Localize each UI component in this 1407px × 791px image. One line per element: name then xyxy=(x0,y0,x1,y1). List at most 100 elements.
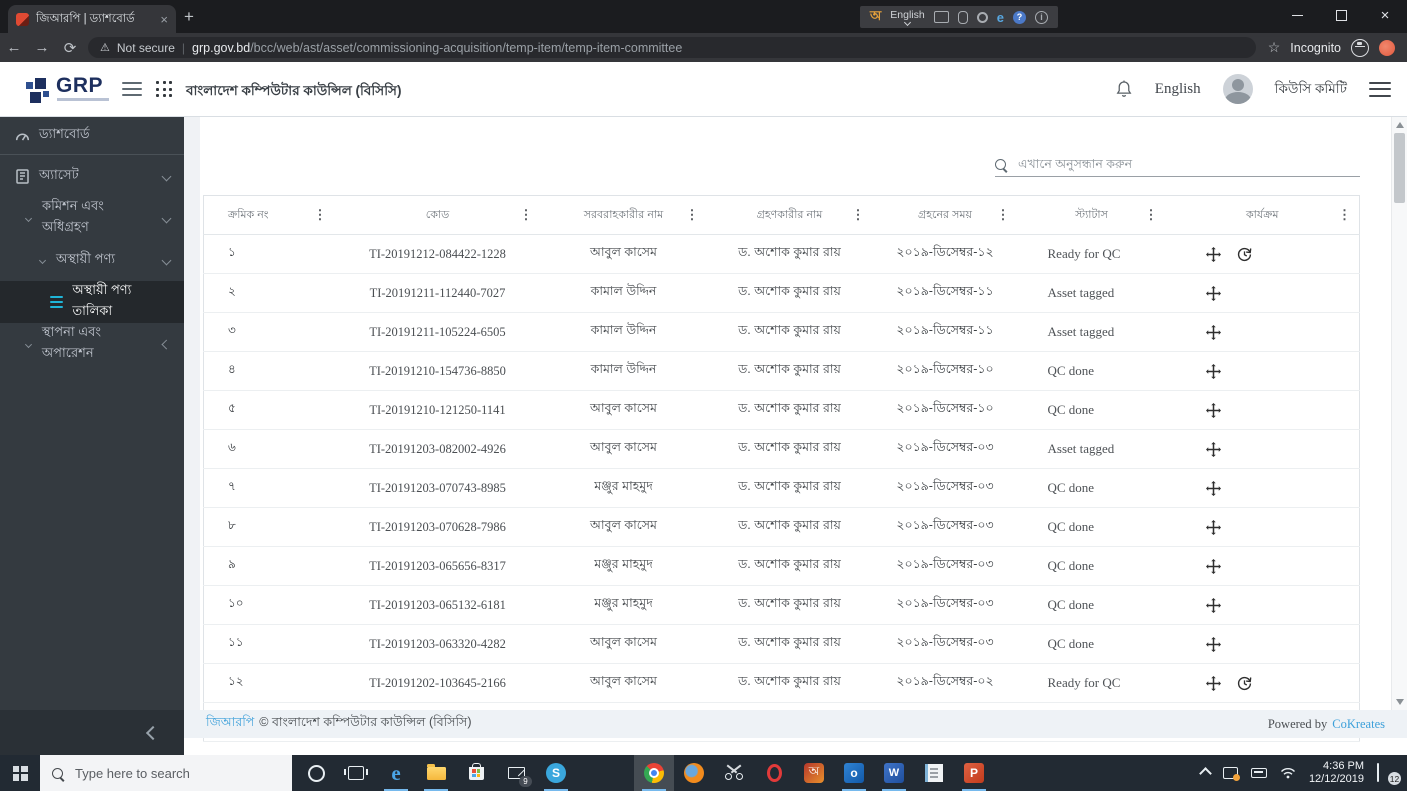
not-secure-warning-icon[interactable]: ⚠ xyxy=(100,41,110,54)
history-icon[interactable] xyxy=(1237,676,1252,691)
move-icon[interactable] xyxy=(1206,520,1221,535)
move-icon[interactable] xyxy=(1206,676,1221,691)
edge-button[interactable]: e xyxy=(376,755,416,791)
tray-app-icon[interactable] xyxy=(1223,767,1238,779)
column-header[interactable]: ক্রমিক নং ⋮ xyxy=(204,196,335,235)
forward-icon[interactable]: → xyxy=(28,39,56,56)
avro-keyboard-toolbar[interactable]: অ English e ? i xyxy=(860,6,1058,28)
notepad-button[interactable] xyxy=(914,755,954,791)
chrome-button[interactable] xyxy=(634,755,674,791)
avro-info-icon[interactable]: i xyxy=(1035,11,1048,24)
word-button[interactable]: W xyxy=(874,755,914,791)
control-sidebar-hamburger-icon[interactable] xyxy=(1369,82,1391,97)
back-icon[interactable]: ← xyxy=(0,39,28,56)
column-menu-kebab-icon[interactable]: ⋮ xyxy=(852,207,865,223)
avro-keyboard-icon[interactable] xyxy=(934,11,949,23)
history-icon[interactable] xyxy=(1237,247,1252,262)
notifications-bell-icon[interactable] xyxy=(1115,79,1133,99)
microsoft-store-button[interactable] xyxy=(456,755,496,791)
avro-help-icon[interactable]: ? xyxy=(1013,11,1026,24)
scroll-down-arrow-icon[interactable] xyxy=(1396,699,1404,705)
user-name[interactable]: কিউসি কমিটি xyxy=(1275,78,1347,101)
taskbar-clock[interactable]: 4:36 PM 12/12/2019 xyxy=(1309,760,1364,787)
sidebar-item-temp-item[interactable]: অস্থায়ী পণ্য xyxy=(0,239,184,281)
language-switcher[interactable]: English xyxy=(1155,81,1201,98)
move-icon[interactable] xyxy=(1206,442,1221,457)
avro-mouse-icon[interactable] xyxy=(958,11,968,24)
column-header[interactable]: সরবরাহকারীর নাম ⋮ xyxy=(541,196,707,235)
sidebar-item-commission-acquisition[interactable]: কমিশন এবং অধিগ্রহণ xyxy=(0,197,184,239)
column-menu-kebab-icon[interactable]: ⋮ xyxy=(1338,207,1351,223)
skype-button[interactable]: S xyxy=(536,755,576,791)
column-menu-kebab-icon[interactable]: ⋮ xyxy=(997,207,1010,223)
sidebar-toggle-hamburger-icon[interactable] xyxy=(122,82,142,96)
tray-keyboard-icon[interactable] xyxy=(1251,768,1267,778)
move-icon[interactable] xyxy=(1206,559,1221,574)
powered-by-brand-link[interactable]: CoKreates xyxy=(1332,717,1385,732)
opera-button[interactable] xyxy=(754,755,794,791)
taskbar-search[interactable] xyxy=(40,755,292,791)
move-icon[interactable] xyxy=(1206,286,1221,301)
avro-keyboard-button[interactable]: অ xyxy=(794,755,834,791)
snipping-tool-button[interactable] xyxy=(714,755,754,791)
address-bar[interactable]: ⚠ Not secure | grp.gov.bd /bcc/web/ast/a… xyxy=(88,37,1256,58)
browser-tab[interactable]: জিআরপি | ড্যাশবোর্ড × xyxy=(8,5,176,33)
avro-settings-gear-icon[interactable] xyxy=(977,12,988,23)
column-header[interactable]: কার্যক্রম ⋮ xyxy=(1166,196,1360,235)
move-icon[interactable] xyxy=(1206,325,1221,340)
scroll-up-arrow-icon[interactable] xyxy=(1396,122,1404,128)
chevron-down-icon xyxy=(25,340,32,347)
search-icon xyxy=(52,768,63,779)
outlook-button[interactable]: o xyxy=(834,755,874,791)
column-menu-kebab-icon[interactable]: ⋮ xyxy=(314,207,327,223)
cortana-button[interactable] xyxy=(296,755,336,791)
cell-status: QC done xyxy=(1018,625,1166,664)
avro-ie-icon[interactable]: e xyxy=(997,10,1004,25)
taskbar-search-input[interactable] xyxy=(73,765,280,782)
sidebar-item-temp-item-list[interactable]: অস্থায়ী পণ্য তালিকা xyxy=(0,281,184,323)
window-close-button[interactable]: × xyxy=(1363,0,1407,30)
scrollbar-thumb[interactable] xyxy=(1394,133,1405,203)
move-icon[interactable] xyxy=(1206,403,1221,418)
tray-expand-chevron-icon[interactable] xyxy=(1199,767,1212,780)
apps-grid-icon[interactable] xyxy=(156,81,173,98)
search-input[interactable] xyxy=(1016,156,1360,172)
window-minimize-button[interactable] xyxy=(1275,0,1319,30)
avro-logo-icon[interactable]: অ xyxy=(870,7,881,28)
tab-close-icon[interactable]: × xyxy=(160,12,168,27)
column-header[interactable]: স্ট্যাটাস ⋮ xyxy=(1018,196,1166,235)
column-menu-kebab-icon[interactable]: ⋮ xyxy=(1145,207,1158,223)
column-menu-kebab-icon[interactable]: ⋮ xyxy=(686,207,699,223)
avro-language-selector[interactable]: English xyxy=(890,10,924,25)
grp-logo[interactable]: GRP xyxy=(26,72,136,108)
extension-icon[interactable] xyxy=(1379,40,1395,56)
window-maximize-button[interactable] xyxy=(1319,0,1363,30)
action-center-button[interactable]: 12 xyxy=(1377,764,1397,782)
column-menu-kebab-icon[interactable]: ⋮ xyxy=(520,207,533,223)
powerpoint-button[interactable]: P xyxy=(954,755,994,791)
column-header[interactable]: গ্রহনের সময় ⋮ xyxy=(873,196,1018,235)
reload-icon[interactable]: ⟳ xyxy=(56,39,84,57)
file-explorer-button[interactable] xyxy=(416,755,456,791)
column-header[interactable]: গ্রহণকারীর নাম ⋮ xyxy=(707,196,873,235)
sidebar-item-asset[interactable]: অ্যাসেট xyxy=(0,155,184,197)
move-icon[interactable] xyxy=(1206,481,1221,496)
move-icon[interactable] xyxy=(1206,598,1221,613)
bookmark-star-icon[interactable]: ☆ xyxy=(1268,39,1281,56)
footer-brand-link[interactable]: জিআরপি xyxy=(206,714,254,734)
move-icon[interactable] xyxy=(1206,637,1221,652)
new-tab-button[interactable]: + xyxy=(184,8,194,25)
user-avatar[interactable] xyxy=(1223,74,1253,104)
start-button[interactable] xyxy=(0,755,40,791)
column-header[interactable]: কোড ⋮ xyxy=(335,196,541,235)
firefox-button[interactable] xyxy=(674,755,714,791)
sidebar-collapse-bar[interactable] xyxy=(0,710,184,755)
sidebar-item-installation-operation[interactable]: স্থাপনা এবং অপারেশন xyxy=(0,323,184,365)
network-wifi-icon[interactable] xyxy=(1280,767,1296,779)
sidebar-item-dashboard[interactable]: ড্যাশবোর্ড xyxy=(0,117,184,155)
move-icon[interactable] xyxy=(1206,247,1221,262)
task-view-button[interactable] xyxy=(336,755,376,791)
mail-button[interactable]: 9 xyxy=(496,755,536,791)
move-icon[interactable] xyxy=(1206,364,1221,379)
vertical-scrollbar[interactable] xyxy=(1391,117,1407,710)
